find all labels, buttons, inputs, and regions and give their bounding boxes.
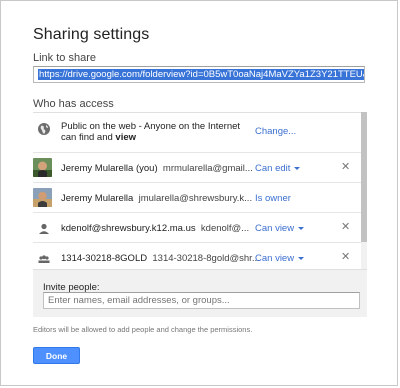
group-email: 1314-30218-8gold@shr... xyxy=(152,253,260,264)
invite-people-input[interactable] xyxy=(43,292,360,309)
sharing-settings-dialog: Sharing settings Link to share https://d… xyxy=(0,0,398,386)
access-row-person: kdenolf@shrewsbury.k12.ma.us kdenolf@...… xyxy=(33,213,367,243)
public-line-2-prefix: can find and xyxy=(61,132,116,143)
access-owner-name: Jeremy Mularella jmularella@shrewsbury.k… xyxy=(61,193,252,204)
avatar xyxy=(33,188,52,207)
access-row-user: Jeremy Mularella (you) mrmularella@gmail… xyxy=(33,153,367,183)
scrollbar-thumb[interactable] xyxy=(361,112,367,242)
person-icon xyxy=(37,222,51,236)
access-list: Public on the web - Anyone on the Intern… xyxy=(33,112,367,273)
permission-dropdown[interactable]: Can view xyxy=(255,253,305,264)
group-name: 1314-30218-8GOLD xyxy=(61,253,148,264)
permission-dropdown[interactable]: Can edit xyxy=(255,163,301,174)
invite-panel: Invite people: xyxy=(33,269,367,317)
public-line-2: can find and view xyxy=(61,132,240,143)
permission-label: Can edit xyxy=(255,163,291,174)
user-name: Jeremy Mularella (you) xyxy=(61,163,158,174)
remove-icon[interactable]: ✕ xyxy=(341,222,350,233)
access-row-public: Public on the web - Anyone on the Intern… xyxy=(33,113,367,153)
remove-icon[interactable]: ✕ xyxy=(341,162,350,173)
person-name: kdenolf@shrewsbury.k12.ma.us xyxy=(61,223,196,234)
link-to-share-label: Link to share xyxy=(33,52,96,64)
avatar xyxy=(33,158,52,177)
owner-email: jmularella@shrewsbury.k... xyxy=(138,193,253,204)
caret-down-icon xyxy=(294,166,301,170)
remove-icon[interactable]: ✕ xyxy=(341,252,350,263)
access-public-description: Public on the web - Anyone on the Intern… xyxy=(61,121,240,143)
change-visibility-link[interactable]: Change... xyxy=(255,126,296,137)
dialog-title: Sharing settings xyxy=(33,26,150,43)
editors-note: Editors will be allowed to add people an… xyxy=(33,325,253,334)
permission-dropdown[interactable]: Can view xyxy=(255,223,305,234)
public-line-2-bold: view xyxy=(115,132,137,143)
who-has-access-label: Who has access xyxy=(33,98,114,110)
owner-name: Jeremy Mularella xyxy=(61,193,134,204)
share-link-field[interactable]: https://drive.google.com/folderview?id=0… xyxy=(33,66,365,83)
access-person-name: kdenolf@shrewsbury.k12.ma.us kdenolf@... xyxy=(61,223,249,234)
owner-status: Is owner xyxy=(255,193,291,204)
access-row-owner: Jeremy Mularella jmularella@shrewsbury.k… xyxy=(33,183,367,213)
caret-down-icon xyxy=(298,226,305,230)
caret-down-icon xyxy=(298,256,305,260)
person-email: kdenolf@... xyxy=(200,223,250,234)
access-user-name: Jeremy Mularella (you) mrmularella@gmail… xyxy=(61,163,253,174)
group-icon xyxy=(37,252,51,266)
public-line-1: Public on the web - Anyone on the Intern… xyxy=(61,121,241,132)
access-group-name: 1314-30218-8GOLD 1314-30218-8gold@shr... xyxy=(61,253,260,264)
done-button[interactable]: Done xyxy=(33,347,80,364)
user-email: mrmularella@gmail... xyxy=(162,163,253,174)
share-link-url[interactable]: https://drive.google.com/folderview?id=0… xyxy=(38,69,364,80)
permission-label: Can view xyxy=(255,253,295,264)
globe-icon xyxy=(37,122,51,136)
access-list-scrollbar[interactable] xyxy=(361,112,367,272)
permission-label: Can view xyxy=(255,223,295,234)
